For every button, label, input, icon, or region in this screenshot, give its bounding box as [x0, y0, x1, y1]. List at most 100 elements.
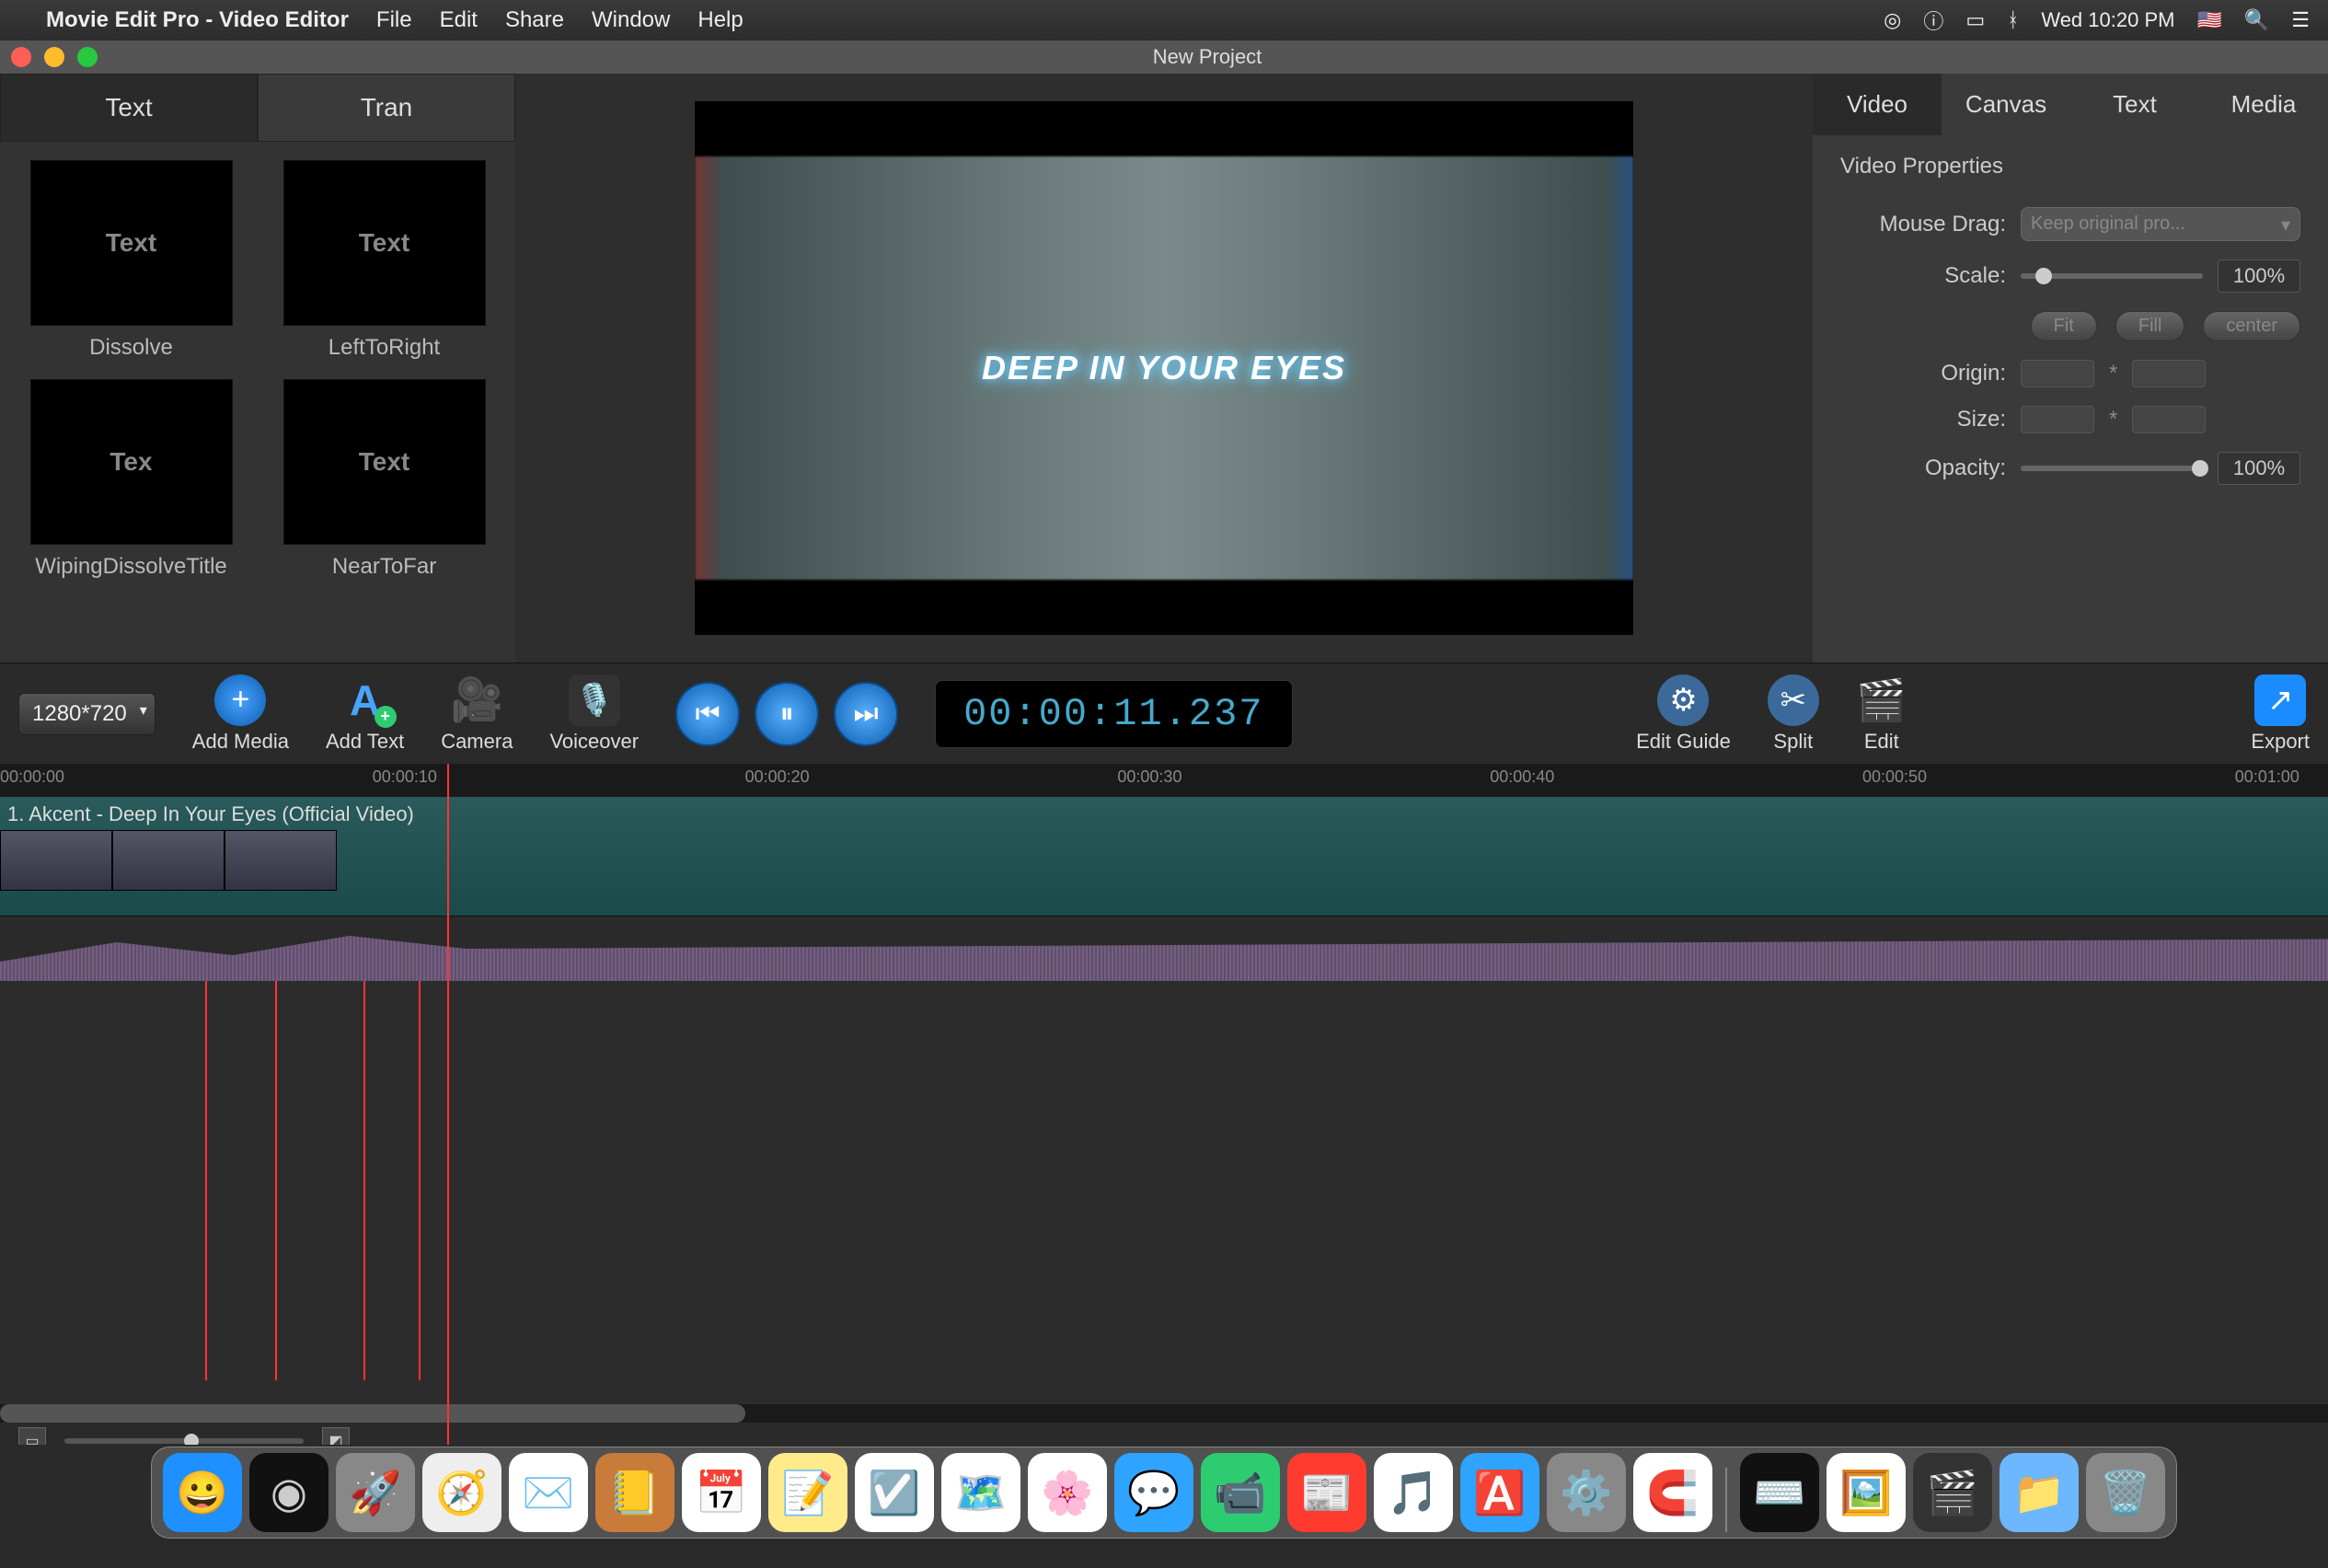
add-media-button[interactable]: + Add Media: [192, 674, 289, 754]
spotlight-icon[interactable]: 🔍: [2244, 8, 2269, 32]
flag-icon[interactable]: 🇺🇸: [2196, 8, 2221, 32]
dock-app-facetime[interactable]: 📹: [1201, 1453, 1280, 1532]
edit-guide-button[interactable]: ⚙ Edit Guide: [1636, 674, 1731, 754]
preset-thumb: Text: [283, 160, 486, 326]
marker[interactable]: [363, 981, 365, 1380]
dock-app-notes[interactable]: 📝: [768, 1453, 847, 1532]
edit-button[interactable]: 🎬 Edit: [1856, 674, 1907, 754]
scale-value[interactable]: 100%: [2218, 259, 2300, 293]
dock-app-calendar[interactable]: 📅: [682, 1453, 761, 1532]
app-name[interactable]: Movie Edit Pro - Video Editor: [46, 7, 349, 33]
dock-app-siri[interactable]: ◉: [249, 1453, 328, 1532]
plus-icon: +: [214, 674, 266, 726]
dock-app-preview[interactable]: 🖼️: [1827, 1453, 1906, 1532]
center-button[interactable]: center: [2203, 311, 2300, 341]
dock-app-safari[interactable]: 🧭: [422, 1453, 501, 1532]
fill-button[interactable]: Fill: [2115, 311, 2185, 341]
dock-app-messages[interactable]: 💬: [1114, 1453, 1193, 1532]
size-h-input[interactable]: [2132, 406, 2206, 433]
fit-button[interactable]: Fit: [2031, 311, 2097, 341]
export-button[interactable]: ↗ Export: [2251, 674, 2310, 754]
dock-app-photos[interactable]: 🌸: [1028, 1453, 1107, 1532]
tab-video[interactable]: Video: [1813, 74, 1942, 135]
preset-lefttoright[interactable]: Text LeftToRight: [271, 160, 497, 361]
dock-app-finder[interactable]: 😀: [163, 1453, 242, 1532]
dock-app-reminders[interactable]: ☑️: [855, 1453, 934, 1532]
menu-help[interactable]: Help: [697, 7, 743, 33]
mouse-drag-label: Mouse Drag:: [1840, 212, 2006, 237]
tab-media[interactable]: Media: [2199, 74, 2328, 135]
split-button[interactable]: ✂ Split: [1768, 674, 1819, 754]
menu-file[interactable]: File: [376, 7, 412, 33]
menu-extras-icon[interactable]: ☰: [2291, 8, 2310, 32]
prev-button[interactable]: ⏮: [675, 682, 740, 746]
scale-slider[interactable]: [2021, 273, 2203, 279]
timeline[interactable]: 00:00:00 00:00:10 00:00:20 00:00:30 00:0…: [0, 764, 2328, 1445]
timeline-scrollbar[interactable]: [0, 1404, 2328, 1423]
info-icon[interactable]: ⓘ: [1923, 6, 1943, 35]
opacity-slider[interactable]: [2021, 466, 2203, 471]
dock-app-folder[interactable]: 📁: [2000, 1453, 2079, 1532]
star-sep: *: [2109, 361, 2117, 386]
dock-app-launchpad[interactable]: 🚀: [336, 1453, 415, 1532]
origin-y-input[interactable]: [2132, 360, 2206, 387]
empty-tracks[interactable]: [0, 981, 2328, 1404]
pause-button[interactable]: ⏸: [755, 682, 819, 746]
preset-dissolve[interactable]: Text Dissolve: [18, 160, 244, 361]
marker[interactable]: [205, 981, 207, 1380]
zoom-out-icon[interactable]: ▭: [18, 1427, 46, 1445]
menu-window[interactable]: Window: [592, 7, 670, 33]
clapper-icon: 🎬: [1856, 674, 1907, 726]
tab-text-props[interactable]: Text: [2070, 74, 2199, 135]
preset-neartofar[interactable]: Text NearToFar: [271, 379, 497, 580]
marker[interactable]: [419, 981, 421, 1380]
dock-app-news[interactable]: 📰: [1287, 1453, 1366, 1532]
size-w-input[interactable]: [2021, 406, 2094, 433]
close-window-button[interactable]: [11, 47, 31, 67]
mouse-drag-select[interactable]: Keep original pro...: [2021, 207, 2300, 241]
dock-app-trash[interactable]: 🗑️: [2086, 1453, 2165, 1532]
dock-app-contacts[interactable]: 📒: [595, 1453, 674, 1532]
preset-wipingdissolve[interactable]: Tex WipingDissolveTitle: [18, 379, 244, 580]
bluetooth-icon[interactable]: ᚼ: [2007, 8, 2019, 32]
voiceover-button[interactable]: 🎙️ Voiceover: [549, 674, 639, 754]
video-preview[interactable]: DEEP IN YOUR EYES: [695, 101, 1633, 635]
dock-app-maps[interactable]: 🗺️: [941, 1453, 1020, 1532]
zoom-in-icon[interactable]: ◩: [322, 1427, 350, 1445]
dock-app-appstore[interactable]: 🅰️: [1460, 1453, 1539, 1532]
display-icon[interactable]: ▭: [1965, 8, 1985, 32]
cc-icon[interactable]: ◎: [1884, 8, 1901, 32]
ruler-tick: 00:00:20: [745, 767, 810, 787]
preset-label: Dissolve: [18, 335, 244, 361]
dock-app-magnet[interactable]: 🧲: [1633, 1453, 1712, 1532]
minimize-window-button[interactable]: [44, 47, 64, 67]
dock-app-imovie[interactable]: 🎬: [1913, 1453, 1992, 1532]
menu-share[interactable]: Share: [505, 7, 564, 33]
menu-edit[interactable]: Edit: [440, 7, 478, 33]
dock-app-terminal[interactable]: ⌨️: [1740, 1453, 1819, 1532]
opacity-value[interactable]: 100%: [2218, 452, 2300, 485]
timeline-ruler[interactable]: 00:00:00 00:00:10 00:00:20 00:00:30 00:0…: [0, 764, 2328, 797]
tab-text[interactable]: Text: [0, 74, 258, 142]
playhead[interactable]: [447, 764, 449, 1445]
preset-label: LeftToRight: [271, 335, 497, 361]
next-button[interactable]: ⏭: [834, 682, 898, 746]
tab-tran[interactable]: Tran: [258, 74, 515, 142]
camera-icon: 🎥: [451, 674, 502, 726]
audio-track[interactable]: [0, 917, 2328, 981]
origin-x-input[interactable]: [2021, 360, 2094, 387]
dock-app-itunes[interactable]: 🎵: [1374, 1453, 1453, 1532]
add-text-button[interactable]: A+ Add Text: [326, 674, 404, 754]
camera-button[interactable]: 🎥 Camera: [441, 674, 513, 754]
tab-canvas[interactable]: Canvas: [1942, 74, 2070, 135]
preset-label: WipingDissolveTitle: [18, 554, 244, 580]
clock[interactable]: Wed 10:20 PM: [2041, 8, 2174, 32]
zoom-slider[interactable]: [64, 1438, 304, 1444]
video-track[interactable]: 1. Akcent - Deep In Your Eyes (Official …: [0, 797, 2328, 917]
marker[interactable]: [275, 981, 277, 1380]
dock-app-mail[interactable]: ✉️: [509, 1453, 588, 1532]
resolution-select[interactable]: 1280*720: [18, 693, 156, 735]
preset-thumb: Text: [30, 160, 233, 326]
zoom-window-button[interactable]: [77, 47, 98, 67]
dock-app-settings[interactable]: ⚙️: [1547, 1453, 1626, 1532]
